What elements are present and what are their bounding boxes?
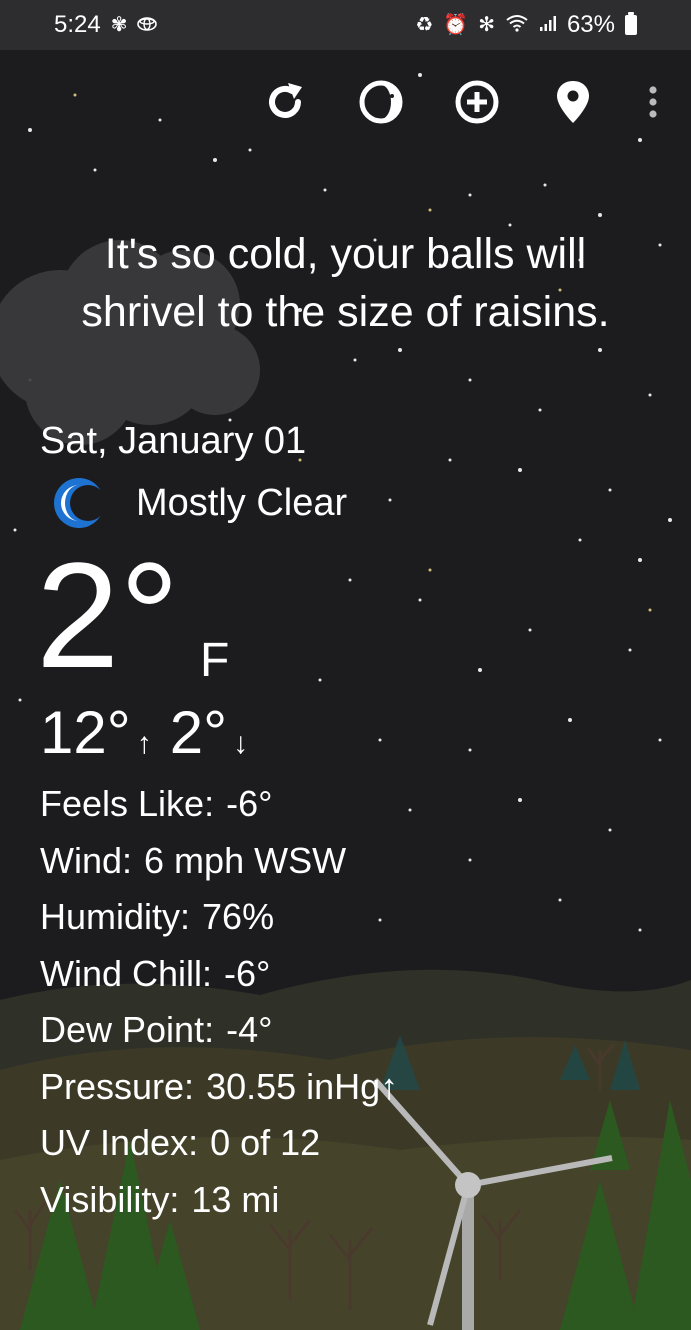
- down-arrow-icon: ↓: [233, 727, 249, 760]
- wifi-icon: [505, 14, 529, 36]
- signal-icon: [539, 14, 557, 36]
- add-location-button[interactable]: [453, 78, 501, 126]
- detail-dew-point: Dew Point: -4°: [40, 1002, 398, 1059]
- current-date: Sat, January 01: [40, 420, 307, 462]
- detail-label: Humidity:: [40, 896, 191, 937]
- toolbar: [261, 78, 661, 126]
- detail-label: Dew Point:: [40, 1009, 215, 1050]
- detail-label: UV Index:: [40, 1122, 199, 1163]
- add-location-icon: [455, 80, 499, 124]
- moon-phase-button[interactable]: [357, 78, 405, 126]
- toyota-icon: [137, 15, 158, 35]
- more-options-button[interactable]: [645, 78, 661, 126]
- detail-humidity: Humidity: 76%: [40, 889, 398, 946]
- fan-icon: ✾: [110, 14, 128, 36]
- quip-line-2: shrivel to the size of raisins.: [81, 288, 610, 336]
- detail-wind: Wind: 6 mph WSW: [40, 833, 398, 890]
- high-temperature: 12°: [40, 699, 131, 766]
- detail-label: Feels Like:: [40, 783, 215, 824]
- bluetooth-icon: ✻: [478, 14, 495, 36]
- weather-details: Feels Like: -6° Wind: 6 mph WSW Humidity: 7…: [40, 776, 398, 1228]
- alarm-icon: ⏰: [443, 14, 469, 36]
- detail-value: -6°: [226, 783, 273, 824]
- low-temperature: 2°: [169, 699, 228, 766]
- battery-percent: 63%: [566, 11, 615, 38]
- location-pin-icon: [557, 81, 589, 123]
- location-button[interactable]: [549, 78, 597, 126]
- detail-label: Pressure:: [40, 1065, 195, 1107]
- high-low-temperatures: 12° ↑ 2° ↓: [40, 698, 248, 767]
- detail-value: 6 mph WSW: [144, 839, 347, 881]
- moon-phase-icon: [359, 80, 403, 124]
- up-arrow-icon: ↑: [136, 727, 152, 760]
- condition-text: Mostly Clear: [136, 481, 348, 524]
- status-time: 5:24: [54, 11, 101, 38]
- detail-value: 0 of 12: [210, 1122, 321, 1163]
- temperature-unit: F: [200, 634, 230, 687]
- condition-row: Mostly Clear: [52, 475, 347, 531]
- quip-line-1: It's so cold, your balls will: [104, 230, 587, 278]
- detail-feels-like: Feels Like: -6°: [40, 776, 398, 833]
- detail-value: 76%: [202, 896, 275, 937]
- detail-pressure: Pressure: 30.55 inHg↑: [40, 1059, 398, 1116]
- recycle-icon: ♻: [415, 14, 434, 36]
- detail-value: -6°: [224, 952, 271, 994]
- more-vert-icon: [649, 86, 657, 118]
- current-temperature: 2°: [36, 531, 180, 699]
- detail-wind-chill: Wind Chill: -6°: [40, 946, 398, 1003]
- refresh-button[interactable]: [261, 78, 309, 126]
- detail-value: 13 mi: [191, 1178, 280, 1220]
- weather-quip: It's so cold, your balls will shrivel to…: [0, 225, 691, 341]
- battery-icon: [625, 12, 637, 35]
- crescent-moon-icon: [54, 478, 102, 528]
- detail-value: -4°: [226, 1009, 273, 1050]
- detail-uv-index: UV Index: 0 of 12: [40, 1115, 398, 1172]
- detail-label: Visibility:: [40, 1178, 180, 1220]
- detail-label: Wind Chill:: [40, 952, 213, 994]
- status-bar: 5:24 ✾ ♻ ⏰ ✻ 63%: [0, 0, 691, 50]
- status-bar-left: 5:24 ✾: [54, 11, 158, 39]
- detail-value: 30.55 inHg↑: [206, 1065, 399, 1107]
- status-bar-right: ♻ ⏰ ✻ 63%: [415, 11, 637, 39]
- refresh-icon: [269, 83, 302, 118]
- detail-label: Wind:: [40, 839, 133, 881]
- detail-visibility: Visibility: 13 mi: [40, 1172, 398, 1229]
